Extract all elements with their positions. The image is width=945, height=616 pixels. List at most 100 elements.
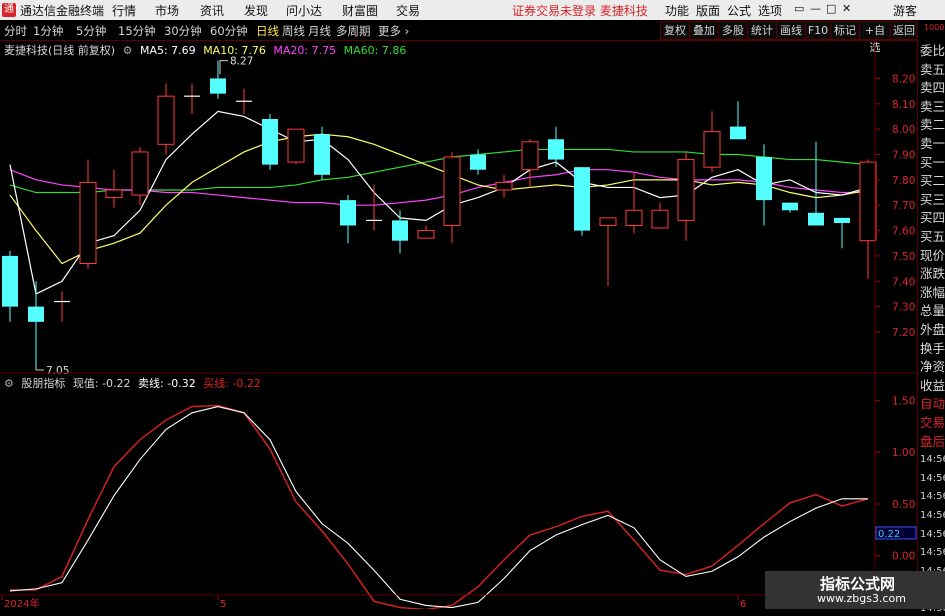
side-label[interactable]: 14:56 — [920, 509, 945, 523]
side-label[interactable]: 涨跌 — [920, 267, 945, 281]
menu-caifuquan[interactable]: 财富圈 — [342, 2, 378, 19]
candle-body[interactable] — [859, 161, 877, 242]
period-weekly[interactable]: 周线 — [282, 23, 305, 39]
indicator-name[interactable]: 股朋指标 — [21, 377, 65, 390]
candle-body[interactable] — [808, 212, 824, 226]
candle-body[interactable] — [521, 141, 539, 171]
candle-body[interactable] — [651, 209, 669, 229]
menu-gongneng[interactable]: 功能 — [665, 2, 689, 19]
kline-chart[interactable]: 8.20 8.10 8.00 7.90 7.80 7.70 7.60 7.50 7.40 7.30… — [0, 40, 917, 609]
side-label[interactable]: 委比 — [920, 44, 945, 58]
window-maximize-icon[interactable]: □ — [826, 2, 836, 15]
candle-body[interactable] — [443, 156, 461, 226]
candle-body[interactable] — [625, 209, 643, 226]
side-label[interactable]: 卖一 — [920, 137, 945, 151]
mark-button[interactable]: 标记 — [830, 21, 860, 40]
side-label[interactable]: 买四 — [920, 211, 945, 225]
side-label[interactable]: 交易 — [920, 416, 945, 430]
overlay-button[interactable]: 叠加 — [689, 21, 719, 40]
side-label[interactable]: 盘后 — [920, 434, 945, 449]
stats-button[interactable]: 统计 — [747, 21, 777, 40]
side-label[interactable]: 外盘 — [920, 323, 945, 337]
candle-body[interactable] — [105, 189, 123, 199]
menu-banmian[interactable]: 版面 — [696, 2, 720, 19]
side-label[interactable]: 买五 — [920, 230, 945, 244]
candle-body[interactable] — [157, 95, 175, 145]
side-label[interactable]: 14:56 — [920, 546, 945, 560]
candle-body[interactable] — [392, 220, 408, 241]
menu-faxian[interactable]: 发现 — [244, 2, 268, 19]
candle-body[interactable] — [2, 255, 18, 307]
candle-body[interactable] — [131, 151, 149, 196]
menu-shichang[interactable]: 市场 — [155, 2, 179, 19]
side-label[interactable]: 换手 — [920, 341, 945, 356]
period-1min[interactable]: 1分钟 — [33, 23, 63, 39]
add-watchlist-button[interactable]: +自选 — [859, 21, 891, 54]
period-60min[interactable]: 60分钟 — [210, 23, 248, 39]
period-15min[interactable]: 15分钟 — [118, 23, 156, 39]
candle-body[interactable] — [262, 118, 278, 165]
window-minimize-icon[interactable]: — — [810, 2, 821, 15]
menu-jiaoyi[interactable]: 交易 — [396, 2, 420, 19]
candle-body[interactable] — [782, 202, 798, 211]
menu-zixun[interactable]: 资讯 — [200, 2, 224, 19]
candle-body[interactable] — [417, 230, 435, 239]
side-label[interactable]: 买二 — [920, 174, 945, 188]
side-label[interactable]: 收益 — [920, 378, 945, 393]
candle-body[interactable] — [548, 139, 564, 160]
period-5min[interactable]: 5分钟 — [76, 23, 106, 39]
candle-body[interactable] — [677, 159, 695, 221]
side-label[interactable]: 14:56 — [920, 472, 945, 486]
side-label[interactable]: 卖二 — [920, 118, 945, 132]
candle-body[interactable] — [79, 181, 97, 265]
candle-body[interactable] — [340, 200, 356, 226]
candle-body[interactable] — [495, 181, 513, 191]
candle-body[interactable] — [834, 217, 850, 223]
side-label[interactable]: 净资 — [920, 360, 945, 374]
window-close-icon[interactable]: ✕ — [842, 2, 851, 15]
candle-body[interactable] — [287, 128, 305, 163]
side-label[interactable]: 现价 — [920, 248, 945, 263]
period-fenshi[interactable]: 分时 — [4, 23, 27, 39]
menu-gongshi[interactable]: 公式 — [727, 2, 751, 19]
candle-body[interactable] — [703, 131, 721, 168]
period-30min[interactable]: 30分钟 — [164, 23, 202, 39]
candle-body[interactable] — [210, 78, 226, 94]
indicator-settings-gear-icon[interactable]: ⚙ — [4, 377, 14, 390]
side-label[interactable]: 14:56 — [920, 453, 945, 467]
back-button[interactable]: 返回 — [890, 21, 918, 40]
login-warning[interactable]: 证券交易未登录 麦捷科技 — [512, 2, 648, 19]
menu-wenxiaoda[interactable]: 问小达 — [286, 2, 322, 19]
candle-body[interactable] — [756, 157, 772, 201]
side-label[interactable]: 卖三 — [920, 99, 945, 114]
side-label[interactable]: 自动 — [920, 397, 945, 411]
side-label[interactable]: 买三 — [920, 192, 945, 207]
f10-button[interactable]: F10 — [805, 21, 831, 40]
date-axis-label: 5 — [220, 599, 226, 609]
fuquan-button[interactable]: 复权 — [660, 21, 690, 40]
candle-body[interactable] — [28, 306, 44, 322]
side-label[interactable]: 总量 — [920, 304, 945, 318]
window-restore-icon[interactable]: ▭ — [794, 2, 804, 15]
period-more[interactable]: 更多 › — [378, 23, 409, 39]
side-label[interactable]: 买一 — [920, 155, 945, 170]
side-label[interactable]: 14:56 — [920, 490, 945, 504]
candle-body[interactable] — [314, 134, 330, 175]
multi-stock-button[interactable]: 多股 — [718, 21, 748, 40]
draw-line-button[interactable]: 画线 — [776, 21, 806, 40]
candle-body[interactable] — [574, 167, 590, 231]
candle-body[interactable] — [730, 126, 746, 140]
period-multi[interactable]: 多周期 — [336, 23, 371, 39]
side-label[interactable]: 卖四 — [920, 81, 945, 95]
user-guest[interactable]: 游客 — [893, 2, 917, 19]
period-daily[interactable]: 日线 — [256, 23, 279, 39]
period-monthly[interactable]: 月线 — [308, 23, 331, 39]
candle-body[interactable] — [599, 217, 617, 226]
side-label[interactable]: 14:56 — [920, 528, 945, 542]
candle-body[interactable] — [470, 154, 486, 170]
menu-hangqing[interactable]: 行情 — [112, 2, 136, 19]
indicator-axis-label: 0.00 — [892, 551, 915, 563]
menu-xuanxiang[interactable]: 选项 — [758, 2, 782, 19]
side-label[interactable]: 卖五 — [920, 62, 945, 77]
side-label[interactable]: 涨幅 — [920, 285, 945, 300]
